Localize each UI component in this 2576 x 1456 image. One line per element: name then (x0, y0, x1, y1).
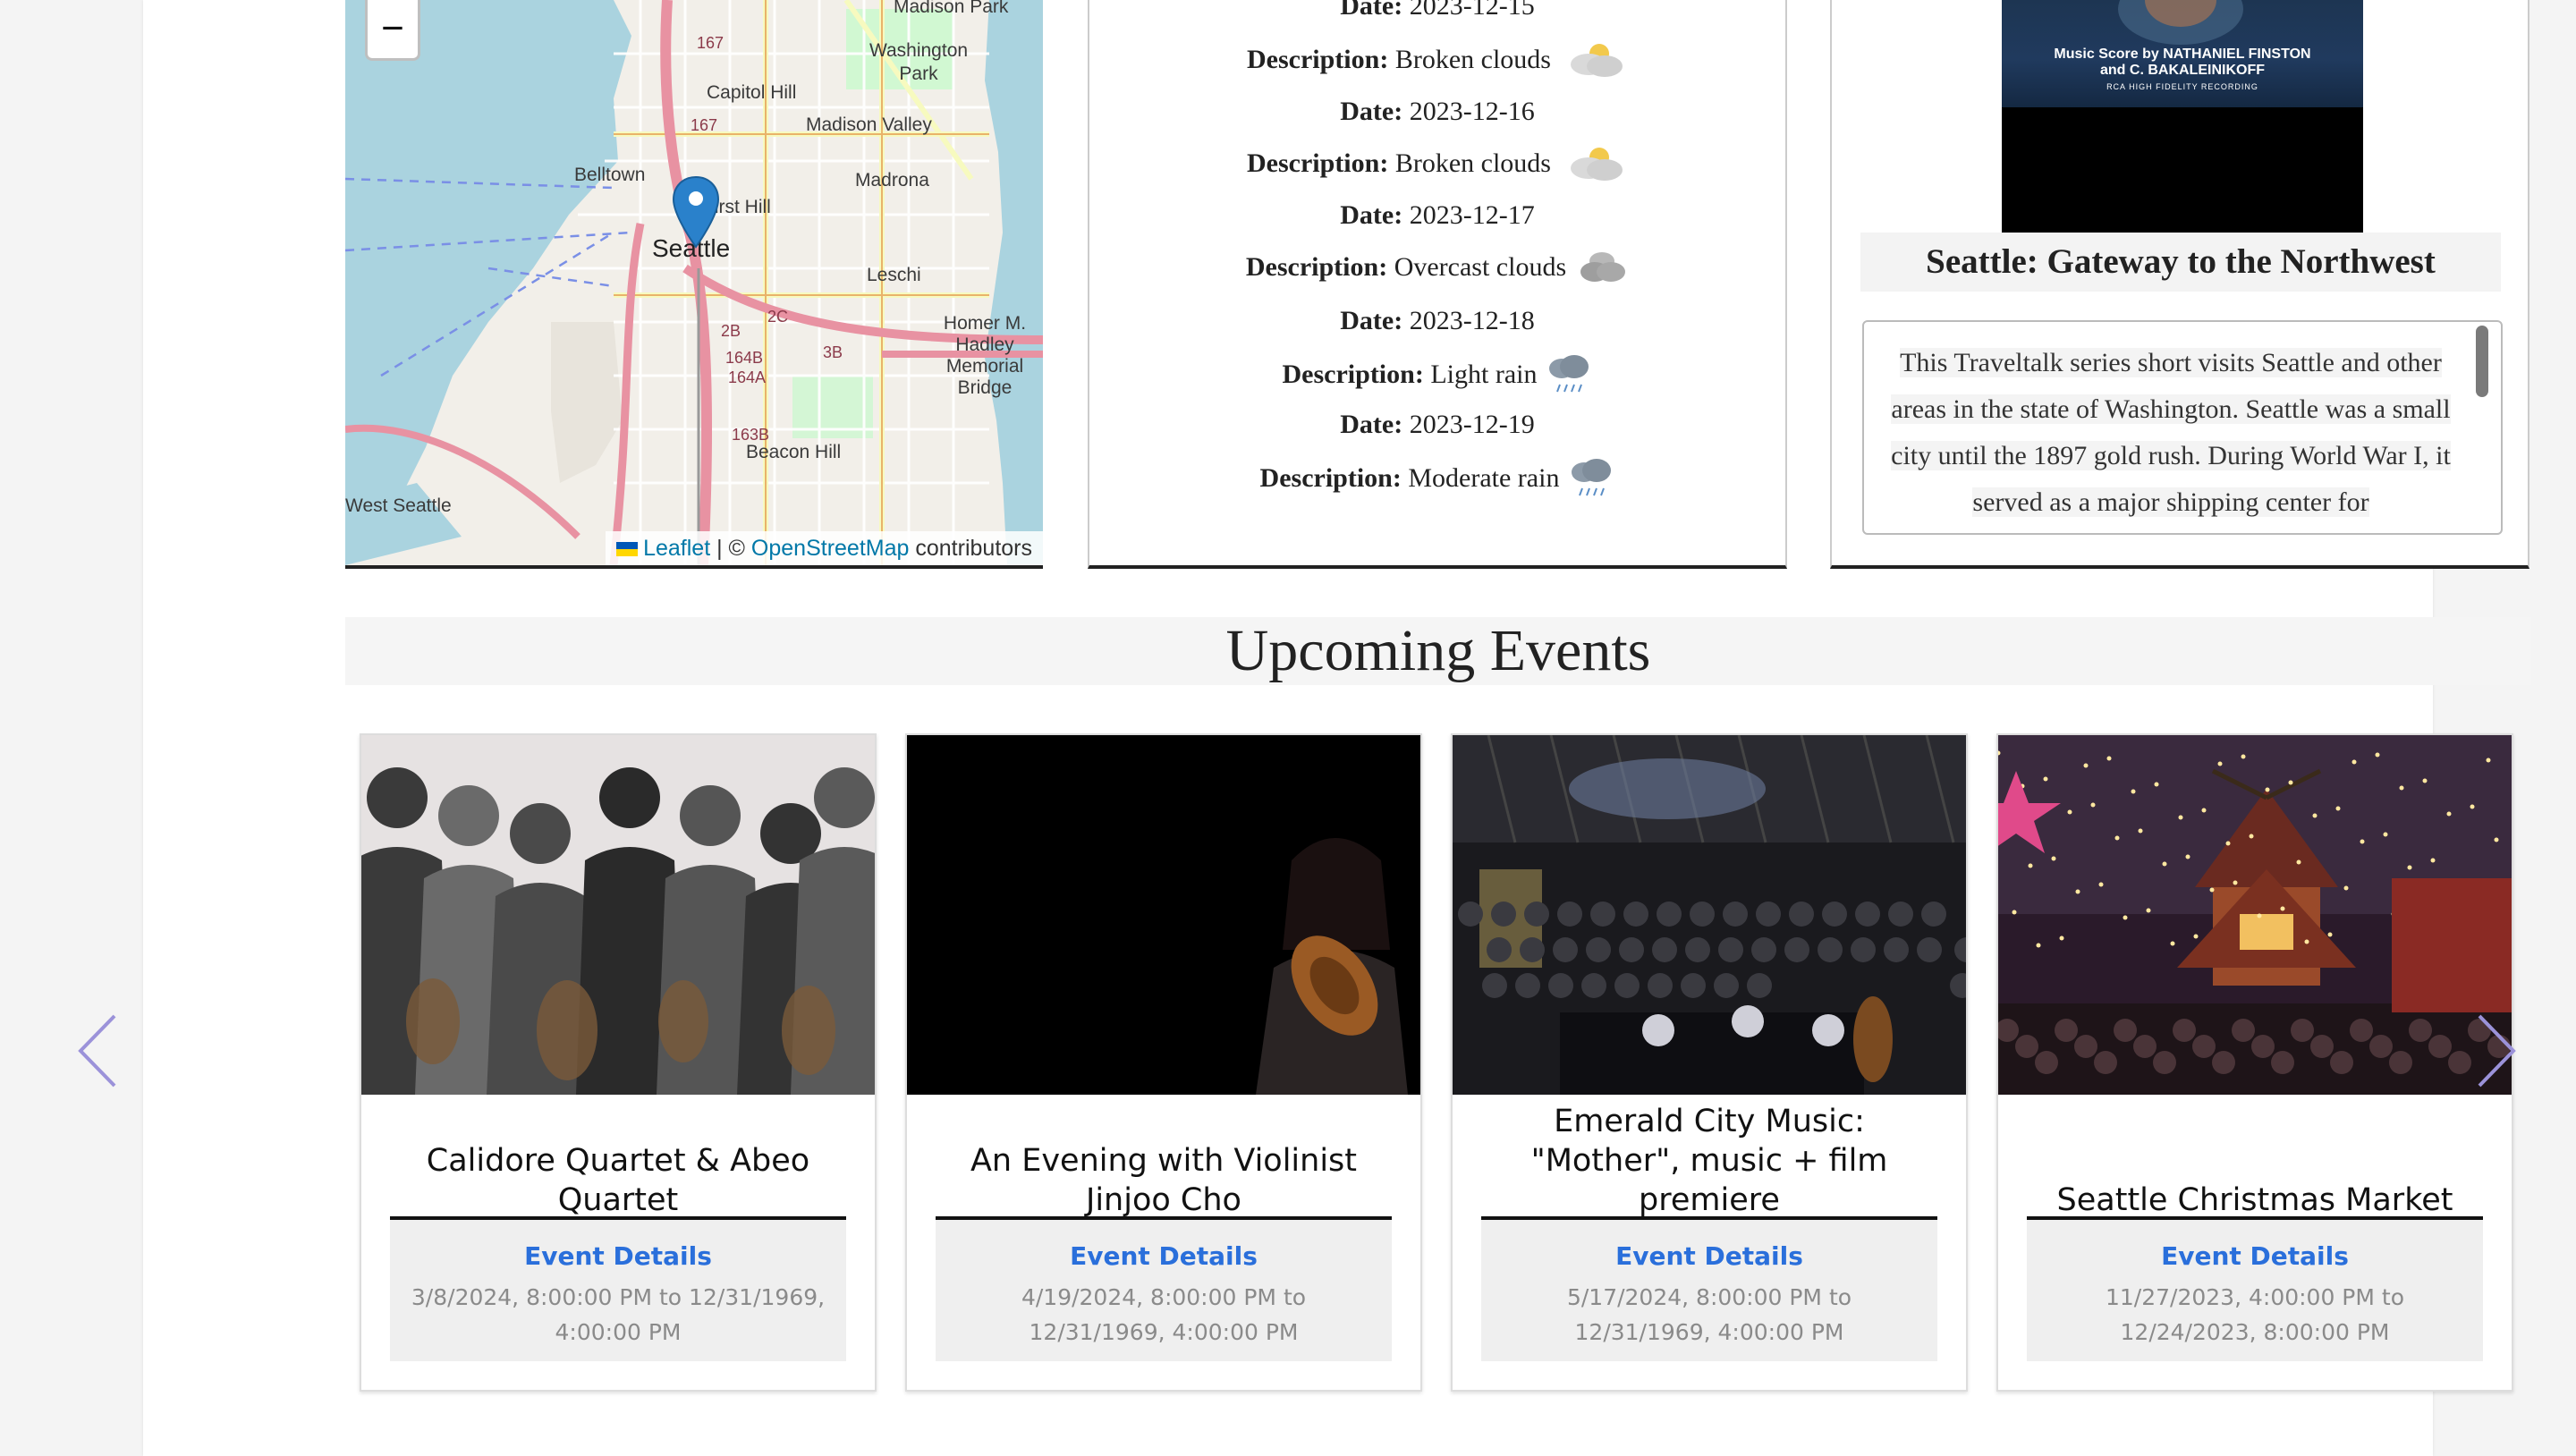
forecast-date: 2023-12-17 (1409, 200, 1535, 230)
overcast-clouds-icon (1575, 243, 1629, 295)
moderate-rain-icon (1568, 453, 1614, 508)
forecast-date: 2023-12-18 (1409, 306, 1535, 335)
attribution-contributors: contributors (915, 536, 1032, 561)
event-footer: Event Details 5/17/2024, 8:00:00 PM to 12… (1481, 1220, 1937, 1361)
openstreetmap-link[interactable]: OpenStreetMap (751, 536, 910, 561)
forecast-date: 2023-12-19 (1409, 410, 1535, 439)
carousel-prev-arrow-icon[interactable] (72, 1011, 125, 1091)
forecast-description: Overcast clouds (1394, 251, 1567, 282)
event-dates: 3/8/2024, 8:00:00 PM to 12/31/1969, 4:00… (411, 1284, 826, 1345)
weather-date-row: Date: 2023-12-17 (1089, 200, 1785, 231)
date-label: Date: (1340, 97, 1403, 126)
description-label: Description: (1247, 148, 1389, 178)
event-image[interactable] (1998, 735, 2512, 1095)
route-number: 2B (721, 322, 741, 340)
event-title: An Evening with Violinist Jinjoo Cho (970, 1143, 1358, 1218)
map-label-leschi: Leschi (867, 265, 921, 285)
broken-clouds-icon (1560, 36, 1628, 88)
ukraine-flag-icon (616, 542, 639, 556)
route-number: 3B (823, 343, 843, 361)
event-dates: 5/17/2024, 8:00:00 PM to 12/31/1969, 4:0… (1566, 1284, 1852, 1345)
page: Madison Park Washington Park Capitol Hil… (143, 0, 2531, 1456)
event-details-link[interactable]: Event Details (2027, 1241, 2483, 1271)
description-label: Description: (1259, 462, 1402, 493)
map-panel[interactable]: Madison Park Washington Park Capitol Hil… (345, 0, 1043, 569)
video-player[interactable]: Music Score by NATHANIEL FINSTON and C. … (2002, 0, 2363, 233)
map-label-madrona: Madrona (855, 170, 929, 190)
map-label-washington-park: Washington Park (869, 40, 969, 84)
event-details-link[interactable]: Event Details (1481, 1241, 1937, 1271)
weather-description-row: Description: Broken clouds (1089, 36, 1785, 88)
event-image[interactable] (907, 735, 1420, 1095)
route-number: 167 (691, 116, 718, 134)
event-footer: Event Details 11/27/2023, 4:00:00 PM to 1… (2027, 1220, 2483, 1361)
date-label: Date: (1340, 0, 1403, 21)
date-label: Date: (1340, 410, 1403, 439)
video-description: This Traveltalk series short visits Seat… (1891, 348, 2451, 517)
weather-date-row: Date: 2023-12-16 (1089, 97, 1785, 127)
leaflet-link[interactable]: Leaflet (643, 536, 710, 561)
map-attribution: Leaflet | © OpenStreetMap contributors (606, 531, 1043, 565)
video-poster-credit: Music Score by NATHANIEL FINSTON and C. … (2054, 47, 2311, 91)
light-rain-icon (1546, 349, 1592, 404)
upcoming-events-heading: Upcoming Events (345, 617, 2531, 685)
weather-date-row: Date: 2023-12-18 (1089, 306, 1785, 336)
event-card[interactable]: Calidore Quartet & Abeo Quartet Event Det… (360, 733, 877, 1392)
event-title: Seattle Christmas Market (2056, 1182, 2453, 1218)
route-number: 163B (732, 426, 770, 444)
video-title: Seattle: Gateway to the Northwest (1860, 233, 2501, 292)
event-dates: 11/27/2023, 4:00:00 PM to 12/24/2023, 8:… (2106, 1284, 2404, 1345)
video-panel: Music Score by NATHANIEL FINSTON and C. … (1830, 0, 2529, 569)
zoom-out-button[interactable]: − (365, 0, 420, 61)
date-label: Date: (1340, 200, 1403, 230)
date-label: Date: (1340, 306, 1403, 335)
event-details-link[interactable]: Event Details (936, 1241, 1392, 1271)
route-number: 164A (728, 368, 767, 386)
description-label: Description: (1245, 251, 1388, 282)
forecast-date: 2023-12-16 (1409, 97, 1535, 126)
forecast-description: Broken clouds (1394, 148, 1551, 178)
route-number: 167 (697, 34, 724, 52)
map-marker-icon[interactable] (671, 175, 721, 249)
weather-description-row: Description: Light rain (1089, 349, 1785, 404)
map-label-belltown: Belltown (574, 165, 646, 185)
weather-description-row: Description: Moderate rain (1089, 453, 1785, 508)
map-label-beacon-hill: Beacon Hill (746, 442, 842, 462)
map-label-west-seattle: West Seattle (345, 495, 452, 516)
attribution-separator: | © (716, 536, 745, 561)
forecast-description: Broken clouds (1394, 44, 1551, 74)
weather-description-row: Description: Broken clouds (1089, 140, 1785, 191)
event-image[interactable] (361, 735, 875, 1095)
weather-date-row: Date: 2023-12-19 (1089, 410, 1785, 440)
weather-description-row: Description: Overcast clouds (1089, 243, 1785, 295)
event-card[interactable]: Emerald City Music: "Mother", music + fi… (1451, 733, 1968, 1392)
forecast-description: Moderate rain (1408, 462, 1560, 493)
route-number: 164B (725, 349, 764, 367)
forecast-date: 2023-12-15 (1409, 0, 1535, 21)
weather-date-row: Date: 2023-12-15 (1089, 0, 1785, 21)
map-label-homer-bridge: Homer M. Hadley Memorial Bridge (943, 313, 1027, 398)
map-label-capitol-hill: Capitol Hill (707, 82, 797, 103)
video-description-box[interactable]: This Traveltalk series short visits Seat… (1862, 320, 2503, 535)
description-label: Description: (1247, 44, 1389, 74)
event-image[interactable] (1453, 735, 1966, 1095)
route-number: 2C (767, 308, 789, 326)
map-label-madison-valley: Madison Valley (806, 114, 932, 135)
description-label: Description: (1282, 359, 1424, 389)
map-label-madison-park: Madison Park (894, 0, 1009, 17)
event-details-link[interactable]: Event Details (390, 1241, 846, 1271)
event-footer: Event Details 3/8/2024, 8:00:00 PM to 12/… (390, 1220, 846, 1361)
event-title: Emerald City Music: "Mother", music + fi… (1530, 1104, 1888, 1218)
broken-clouds-icon (1560, 140, 1628, 191)
event-title: Calidore Quartet & Abeo Quartet (426, 1143, 810, 1218)
event-footer: Event Details 4/19/2024, 8:00:00 PM to 12… (936, 1220, 1392, 1361)
carousel-next-arrow-icon[interactable] (2469, 1011, 2522, 1091)
weather-panel: Date: 2023-12-15 Description: Broken clou… (1088, 0, 1787, 569)
event-dates: 4/19/2024, 8:00:00 PM to 12/31/1969, 4:0… (1021, 1284, 1307, 1345)
forecast-description: Light rain (1430, 359, 1538, 389)
event-card[interactable]: Seattle Christmas Market Event Details 11/… (1996, 733, 2513, 1392)
event-card[interactable]: An Evening with Violinist Jinjoo Cho Even… (905, 733, 1422, 1392)
description-scrollbar[interactable] (2476, 326, 2488, 397)
